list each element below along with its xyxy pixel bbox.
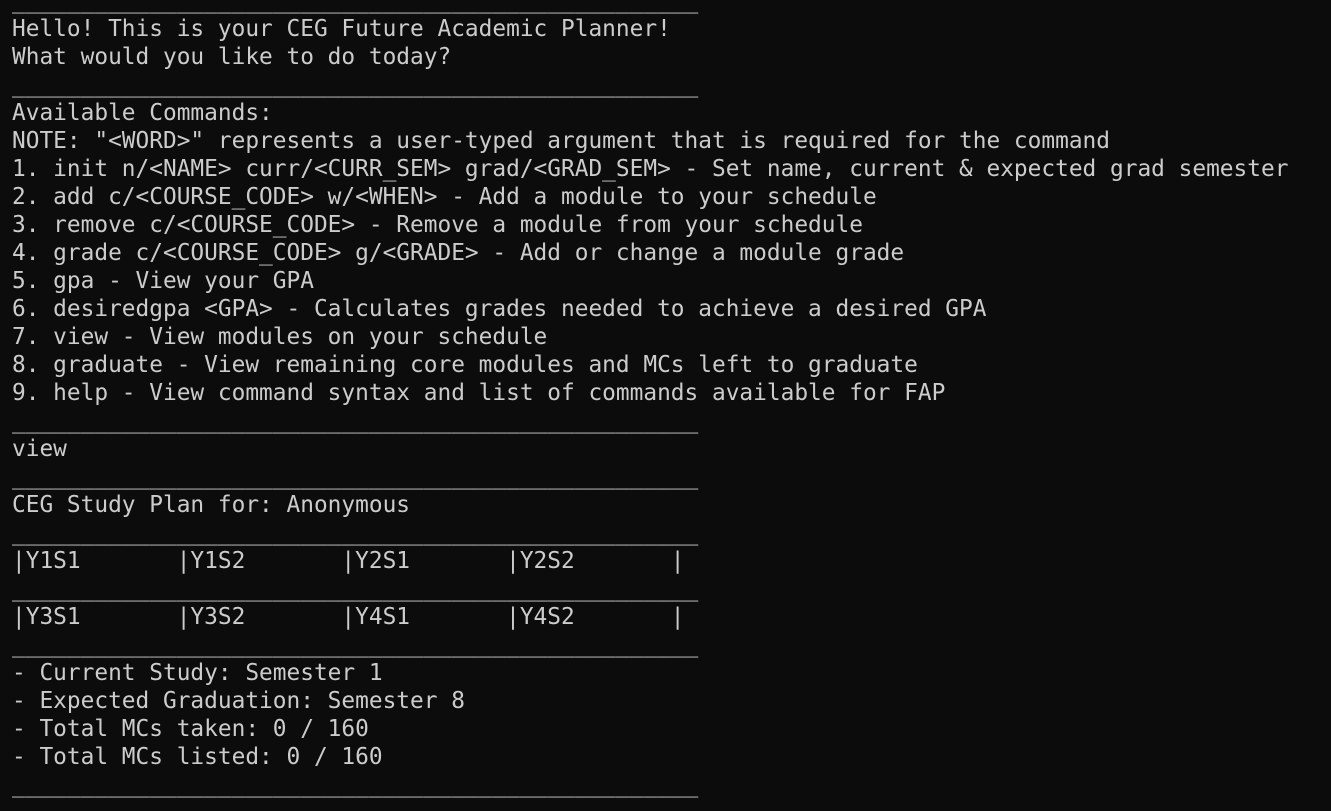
command-init: 1. init n/<NAME> curr/<CURR_SEM> grad/<G… — [12, 156, 1289, 182]
separator-line: ________________________________________… — [12, 464, 699, 490]
expected-graduation-status: - Expected Graduation: Semester 8 — [12, 688, 465, 714]
semester-row-years-3-4: |Y3S1 |Y3S2 |Y4S1 |Y4S2 | — [12, 604, 685, 630]
total-mcs-taken: - Total MCs taken: 0 / 160 — [12, 716, 369, 742]
separator-line: ________________________________________… — [12, 632, 699, 658]
command-add: 2. add c/<COURSE_CODE> w/<WHEN> - Add a … — [12, 184, 877, 210]
command-gpa: 5. gpa - View your GPA — [12, 268, 314, 294]
separator-line: ________________________________________… — [12, 772, 699, 798]
separator-line: ________________________________________… — [12, 72, 699, 98]
welcome-message: Hello! This is your CEG Future Academic … — [12, 16, 671, 42]
command-graduate: 8. graduate - View remaining core module… — [12, 352, 918, 378]
command-remove: 3. remove c/<COURSE_CODE> - Remove a mod… — [12, 212, 863, 238]
semester-row-years-1-2: |Y1S1 |Y1S2 |Y2S1 |Y2S2 | — [12, 548, 685, 574]
terminal-output: ________________________________________… — [12, 0, 1327, 799]
separator-line: ________________________________________… — [12, 408, 699, 434]
study-plan-title: CEG Study Plan for: Anonymous — [12, 492, 411, 518]
separator-line: ________________________________________… — [12, 520, 699, 546]
command-grade: 4. grade c/<COURSE_CODE> g/<GRADE> - Add… — [12, 240, 905, 266]
total-mcs-listed: - Total MCs listed: 0 / 160 — [12, 744, 383, 770]
command-help: 9. help - View command syntax and list o… — [12, 380, 946, 406]
command-view: 7. view - View modules on your schedule — [12, 324, 548, 350]
prompt-question: What would you like to do today? — [12, 44, 452, 70]
separator-line: ________________________________________… — [12, 576, 699, 602]
separator-line: ________________________________________… — [12, 0, 699, 14]
commands-heading: Available Commands: — [12, 100, 273, 126]
current-study-status: - Current Study: Semester 1 — [12, 660, 383, 686]
command-desiredgpa: 6. desiredgpa <GPA> - Calculates grades … — [12, 296, 987, 322]
commands-note: NOTE: "<WORD>" represents a user-typed a… — [12, 128, 1110, 154]
user-input-line: view — [12, 436, 67, 462]
